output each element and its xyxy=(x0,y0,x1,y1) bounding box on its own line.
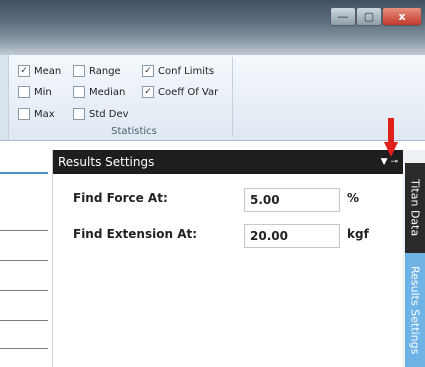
close-button[interactable]: x xyxy=(382,7,422,26)
find-force-input[interactable]: 5.00 xyxy=(244,188,340,212)
checkbox-max-label: Max xyxy=(34,108,55,120)
checkbox-range-label: Range xyxy=(89,65,121,77)
tab-results-settings[interactable]: Results Settings xyxy=(405,253,425,367)
checkmark-icon: ✓ xyxy=(18,65,30,77)
checkbox-min[interactable]: Min xyxy=(18,86,52,98)
checkbox-mean[interactable]: ✓ Mean xyxy=(18,65,61,77)
checkbox-coeff-of-var-label: Coeff Of Var xyxy=(158,86,219,98)
side-tab-strip: Titan Data Results Settings xyxy=(403,150,425,367)
red-arrow-icon xyxy=(384,118,398,157)
checkmark-icon: ✓ xyxy=(142,65,154,77)
checkmark-icon: ✓ xyxy=(142,86,154,98)
left-panel-row-line xyxy=(0,290,48,291)
find-force-label: Find Force At: xyxy=(73,191,168,205)
left-panel-accent xyxy=(0,172,48,174)
maximize-button[interactable]: ▢ xyxy=(356,7,382,26)
checkbox-coeff-of-var[interactable]: ✓ Coeff Of Var xyxy=(142,86,218,98)
tab-titan-data-label: Titan Data xyxy=(408,179,422,237)
find-extension-label: Find Extension At: xyxy=(73,227,198,241)
checkbox-empty-icon xyxy=(73,108,85,120)
ribbon-group-separator xyxy=(232,57,233,137)
checkbox-mean-label: Mean xyxy=(34,65,62,77)
checkbox-conf-limits[interactable]: ✓ Conf Limits xyxy=(142,65,214,77)
checkbox-std-dev[interactable]: Std Dev xyxy=(73,108,129,120)
left-panel-row-line xyxy=(0,348,48,349)
panel-title: Results Settings xyxy=(58,155,155,169)
find-extension-unit: kgf xyxy=(347,227,369,241)
ribbon: ✓ Mean Range ✓ Conf Limits Min Median ✓ … xyxy=(0,55,425,141)
find-extension-input[interactable]: 20.00 xyxy=(244,224,340,248)
tab-results-settings-label: Results Settings xyxy=(408,265,422,355)
checkbox-empty-icon xyxy=(18,86,30,98)
left-data-panel xyxy=(0,150,48,367)
results-settings-panel: Results Settings ▼ ⊸ Find Force At: 5.00… xyxy=(52,150,404,367)
ribbon-divider xyxy=(0,141,425,142)
checkbox-range[interactable]: Range xyxy=(73,65,121,77)
checkbox-max[interactable]: Max xyxy=(18,108,55,120)
checkbox-median[interactable]: Median xyxy=(73,86,125,98)
checkbox-empty-icon xyxy=(18,108,30,120)
checkbox-min-label: Min xyxy=(34,86,52,98)
ribbon-left-edge xyxy=(0,55,9,140)
checkbox-conf-limits-label: Conf Limits xyxy=(158,65,215,77)
tab-titan-data[interactable]: Titan Data xyxy=(405,163,425,253)
checkbox-empty-icon xyxy=(73,65,85,77)
checkbox-std-dev-label: Std Dev xyxy=(89,108,129,120)
checkbox-empty-icon xyxy=(73,86,85,98)
left-panel-row-line xyxy=(0,260,48,261)
minimize-button[interactable]: — xyxy=(330,7,356,26)
results-settings-header: Results Settings ▼ ⊸ xyxy=(53,150,404,174)
find-force-unit: % xyxy=(347,191,360,205)
statistics-group-label: Statistics xyxy=(111,126,157,137)
window-title-bar: — ▢ x xyxy=(0,0,425,55)
left-panel-row-line xyxy=(0,230,48,231)
left-panel-row-line xyxy=(0,320,48,321)
checkbox-median-label: Median xyxy=(89,86,126,98)
